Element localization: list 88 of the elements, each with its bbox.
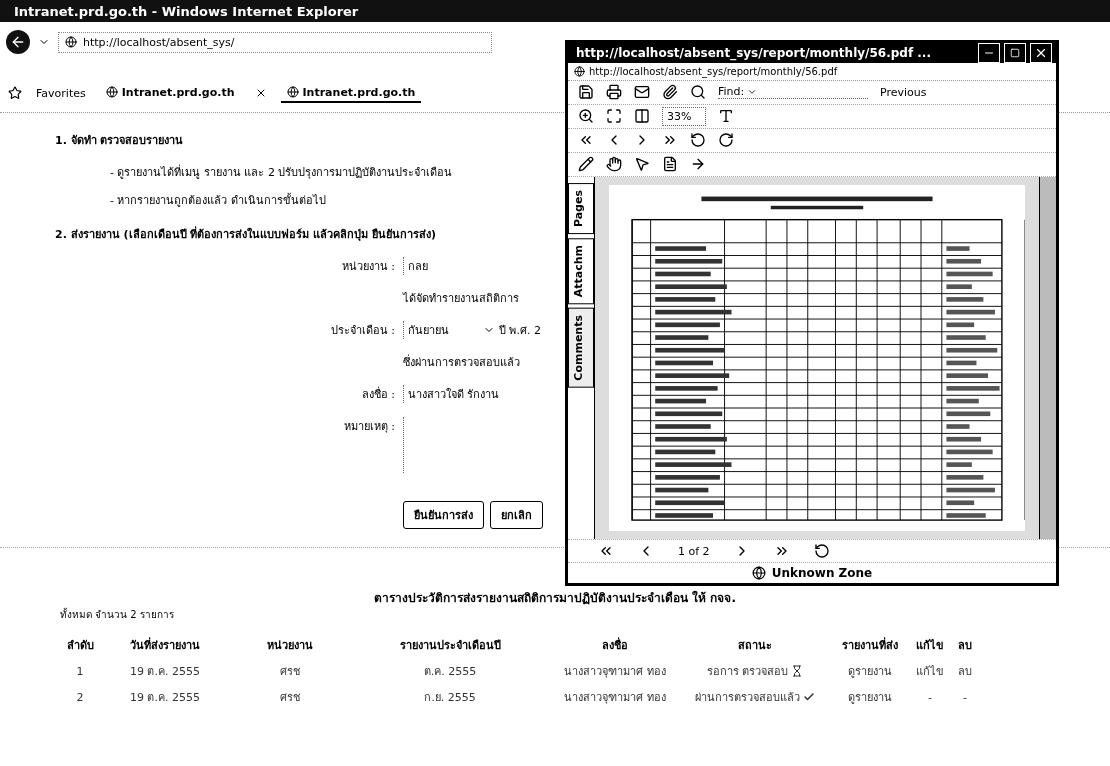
field-label: ประจำเดือน : <box>329 323 395 339</box>
zone-text: Unknown Zone <box>771 565 873 580</box>
side-tab[interactable]: Comments <box>568 308 594 388</box>
close-button[interactable] <box>1030 43 1052 63</box>
field-label: ลงชื่อ : <box>360 385 395 403</box>
status-cell: รอการ ตรวจสอบ <box>680 662 830 680</box>
column-header: รายงานประจำเดือนปี <box>398 638 502 654</box>
previous-label: Previous <box>880 85 927 99</box>
form-button[interactable]: ยืนยันการส่ง <box>403 501 484 529</box>
statement-text: ซึ่งผ่านการตรวจสอบแล้ว <box>403 353 521 371</box>
find-field[interactable]: Find: <box>718 85 868 100</box>
month-select[interactable]: กันยายน ปี พ.ศ. 2 <box>403 321 563 339</box>
column-header: ลบ <box>957 638 973 654</box>
table-cell-text: 1 <box>75 663 85 680</box>
page-indicator: 1 of 2 <box>678 544 710 558</box>
table-cell-text: ต.ค. 2555 <box>422 664 478 680</box>
printer-icon[interactable] <box>606 84 622 101</box>
column-header: แก้ไข <box>915 638 945 654</box>
column-header: ลำดับ <box>65 638 95 654</box>
zoom-in-icon[interactable] <box>578 108 594 125</box>
edit-link[interactable]: - <box>910 688 950 706</box>
type-icon[interactable] <box>718 108 735 125</box>
report-link[interactable]: ดูรายงาน <box>830 662 910 680</box>
window-title: http://localhost/absent_sys/report/monthly/56.pdf ... <box>576 46 931 60</box>
minimize-button[interactable] <box>978 43 1000 63</box>
rotate-left-icon[interactable] <box>690 132 706 149</box>
field-label: หมายเหตุ : <box>342 419 395 435</box>
delete-link[interactable]: - <box>950 688 980 706</box>
maximize-button[interactable] <box>1004 43 1026 63</box>
close-icon <box>1034 46 1048 60</box>
zoom-field[interactable]: 33% <box>662 106 707 126</box>
globe-icon <box>751 565 766 580</box>
table-title: ตารางประวัติการส่งรายงานสถิติการมาปฏิบัติงานประจำเดือน ให้ กจจ. <box>374 589 736 607</box>
table-cell-text: 2 <box>75 689 85 706</box>
fit-page-icon[interactable] <box>606 108 622 125</box>
document-icon[interactable] <box>662 156 678 173</box>
pointer-icon[interactable] <box>634 156 650 173</box>
field-label: หน่วยงาน : <box>340 259 395 275</box>
instruction-text: - ดูรายงานได้ที่เมนู รายงาน และ 2 ปรับปรุงการมาปฏิบัติงานประจำเดือน <box>110 163 453 181</box>
search-icon[interactable] <box>690 84 706 101</box>
statement-text: ได้จัดทำรายงานสถิติการ <box>403 291 520 307</box>
hand-icon[interactable] <box>606 156 622 173</box>
save-icon[interactable] <box>578 84 594 101</box>
globe-icon <box>105 86 118 98</box>
rotate-left-icon[interactable] <box>813 543 830 560</box>
side-tab[interactable]: Pages <box>568 182 594 234</box>
status-cell: ผ่านการตรวจสอบแล้ว <box>680 688 830 706</box>
browser-tab[interactable]: Intranet.prd.go.th <box>280 83 422 103</box>
favorites-label: Favorites <box>36 86 86 100</box>
column-header: สถานะ <box>737 638 773 654</box>
side-tab[interactable]: Attachm <box>568 237 594 305</box>
window-title: Intranet.prd.go.th - Windows Internet Explorer <box>0 0 1110 22</box>
mail-icon[interactable] <box>634 84 650 101</box>
form-button[interactable]: ยกเลิก <box>490 501 543 529</box>
columns-icon[interactable] <box>634 108 650 125</box>
column-header: ลงชื่อ <box>601 636 629 654</box>
address-text: http://localhost/absent_sys/report/monthly/56.pdf <box>589 66 838 77</box>
rotate-right-icon[interactable] <box>718 132 734 149</box>
browser-tab[interactable]: Intranet.prd.go.th <box>99 83 241 103</box>
step-heading: 1. จัดทำ ตรวจสอบรายงาน <box>55 133 184 149</box>
table-cell-text: 19 ต.ค. 2555 <box>129 690 201 706</box>
unit-field[interactable]: กลย <box>403 257 563 275</box>
record-count: ทั้งหมด จำนวน 2 รายการ <box>60 607 175 622</box>
paperclip-icon[interactable] <box>662 84 678 101</box>
instruction-text: - หากรายงานถูกต้องแล้ว ดำเนินการขั้นต่อไป <box>110 192 326 209</box>
delete-link[interactable]: ลบ <box>950 662 980 680</box>
column-header: วันที่ส่งรายงาน <box>129 636 201 654</box>
scrollbar[interactable] <box>1039 176 1056 540</box>
address-field[interactable]: http://localhost/absent_sys/ <box>58 31 492 53</box>
back-button[interactable] <box>6 30 30 54</box>
column-header: หน่วยงาน <box>266 638 314 654</box>
globe-icon <box>65 36 77 48</box>
edit-link[interactable]: แก้ไข <box>910 662 950 680</box>
table-cell-text: นางสาวจุฑามาศ ทอง <box>563 690 667 706</box>
globe-icon <box>574 66 585 77</box>
table-cell-text: 19 ต.ค. 2555 <box>129 664 201 680</box>
star-icon[interactable] <box>8 86 22 100</box>
step-heading: 2. ส่งรายงาน (เลือกเดือนปี ที่ต้องการส่งในแบบฟอร์ม แล้วคลิกปุ่ม ยืนยันการส่ง) <box>55 225 437 243</box>
table-cell-text: นางสาวจุฑามาศ ทอง <box>563 664 667 680</box>
table-cell-text: ก.ย. 2555 <box>423 690 477 706</box>
globe-icon <box>286 86 299 98</box>
signer-field[interactable]: นางสาวใจดี รักงาน <box>403 385 563 403</box>
column-header: รายงานที่ส่ง <box>841 636 899 654</box>
table-cell-text: ศรช <box>279 690 301 706</box>
pen-icon[interactable] <box>578 156 594 173</box>
report-link[interactable]: ดูรายงาน <box>830 688 910 706</box>
maximize-icon <box>1010 48 1020 58</box>
table-cell-text: ศรช <box>279 664 301 680</box>
